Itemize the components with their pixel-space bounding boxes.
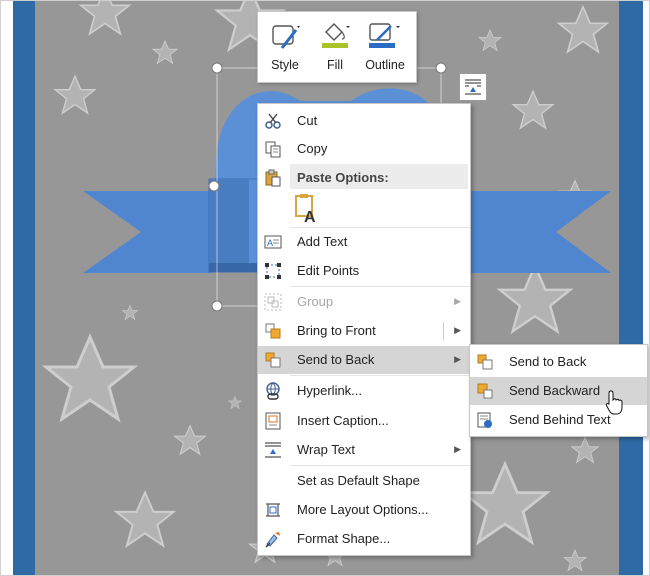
fill-button[interactable]: Fill: [312, 18, 358, 78]
paste-keep-text-only[interactable]: A: [258, 192, 470, 226]
menu-item-cut[interactable]: Cut: [258, 107, 470, 135]
format-shape-icon: [265, 532, 280, 548]
send-backward-icon: [477, 383, 493, 399]
paint-bucket-icon: [322, 23, 350, 48]
copy-icon: [265, 141, 281, 158]
outline-button[interactable]: Outline: [362, 18, 408, 78]
menu-label: Group: [297, 294, 334, 309]
document-canvas: Style Fill Outline Cut Copy Paste Option…: [0, 0, 650, 576]
menu-item-send-to-back[interactable]: Send to Back ▶: [258, 346, 470, 374]
submenu-arrow-icon: ▶: [454, 296, 461, 306]
bring-to-front-icon: [265, 323, 281, 339]
menu-label: More Layout Options...: [297, 502, 429, 517]
menu-item-copy[interactable]: Copy: [258, 135, 470, 163]
menu-label: Paste Options:: [297, 170, 389, 185]
paste-text-only-icon: A: [295, 194, 316, 224]
menu-separator: [290, 465, 470, 466]
outline-label: Outline: [365, 58, 405, 72]
menu-label: Send Behind Text: [509, 412, 611, 427]
scissors-icon: [265, 113, 281, 129]
menu-item-group[interactable]: Group ▶: [258, 288, 470, 316]
send-to-back-icon: [477, 354, 493, 370]
menu-item-add-text[interactable]: A Add Text: [258, 228, 470, 256]
submenu-arrow-icon: ▶: [454, 325, 461, 335]
menu-item-wrap-text[interactable]: Wrap Text ▶: [258, 436, 470, 464]
menu-item-edit-points[interactable]: Edit Points: [258, 257, 470, 285]
menu-label: Send to Back: [509, 354, 587, 369]
submenu-arrow-icon: ▶: [454, 444, 461, 454]
menu-item-format-shape[interactable]: Format Shape...: [258, 525, 470, 553]
insert-caption-icon: [265, 412, 281, 430]
menu-item-more-layout-options[interactable]: More Layout Options...: [258, 496, 470, 524]
paste-options-header: Paste Options:: [290, 164, 468, 189]
layout-options-button[interactable]: [459, 73, 487, 101]
send-behind-text-icon: [477, 412, 492, 428]
layout-icon: [266, 503, 280, 517]
hyperlink-icon: [266, 382, 280, 400]
shape-style-icon: [272, 25, 300, 49]
menu-item-set-default-shape[interactable]: Set as Default Shape: [258, 467, 470, 495]
wrap-text-icon: [265, 442, 281, 458]
pen-outline-icon: [369, 23, 400, 48]
edit-points-icon: [265, 263, 281, 279]
menu-item-bring-to-front[interactable]: Bring to Front ▶: [258, 317, 470, 345]
group-icon: [264, 293, 282, 311]
svg-text:A: A: [267, 238, 273, 248]
submenu-item-send-to-back[interactable]: Send to Back: [470, 348, 647, 376]
menu-label: Send to Back: [297, 352, 375, 367]
text-box-icon: A: [264, 235, 282, 249]
menu-label: Edit Points: [297, 263, 360, 278]
clipboard-icon: [265, 169, 281, 187]
context-menu: Cut Copy Paste Options: A A Add Text Edi…: [257, 103, 471, 556]
menu-label: Send Backward: [509, 383, 601, 398]
svg-text:A: A: [304, 209, 316, 224]
menu-label: Bring to Front: [297, 323, 376, 338]
menu-label: Insert Caption...: [297, 413, 389, 428]
menu-label: Hyperlink...: [297, 383, 363, 398]
menu-separator: [290, 286, 470, 287]
menu-label: Wrap Text: [297, 442, 356, 457]
menu-label: Set as Default Shape: [297, 473, 420, 488]
menu-label: Add Text: [297, 234, 348, 249]
hand-cursor-icon: [605, 390, 623, 415]
menu-item-insert-caption[interactable]: Insert Caption...: [258, 407, 470, 435]
layout-options-icon: [465, 79, 481, 95]
split-divider: [443, 322, 444, 340]
submenu-arrow-icon: ▶: [454, 354, 461, 364]
mini-toolbar: Style Fill Outline: [257, 11, 417, 83]
fill-label: Fill: [327, 58, 343, 72]
menu-label: Format Shape...: [297, 531, 391, 546]
menu-label: Cut: [297, 113, 318, 128]
style-button[interactable]: Style: [262, 18, 308, 78]
menu-separator: [290, 375, 470, 376]
menu-item-hyperlink[interactable]: Hyperlink...: [258, 377, 470, 405]
style-label: Style: [271, 58, 299, 72]
send-to-back-icon: [265, 352, 281, 368]
menu-label: Copy: [297, 141, 328, 156]
